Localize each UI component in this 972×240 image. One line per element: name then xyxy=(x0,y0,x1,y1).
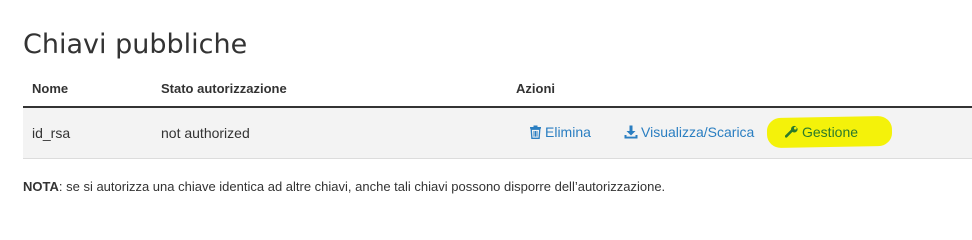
note-text: NOTA: se si autorizza una chiave identic… xyxy=(23,179,665,194)
header-name: Nome xyxy=(32,81,69,96)
header-actions: Azioni xyxy=(516,81,555,96)
delete-label: Elimina xyxy=(545,124,591,140)
manage-label: Gestione xyxy=(802,124,859,140)
wrench-icon xyxy=(785,125,799,138)
trash-icon xyxy=(530,125,541,139)
page-title: Chiavi pubbliche xyxy=(23,29,248,60)
download-icon xyxy=(624,125,638,139)
manage-key-link[interactable]: Gestione xyxy=(785,124,858,140)
table-row: id_rsa not authorized Elimina Visualizza… xyxy=(23,108,972,159)
table-header: Nome Stato autorizzazione Azioni xyxy=(23,72,972,108)
view-download-label: Visualizza/Scarica xyxy=(641,124,755,140)
note-body: : se si autorizza una chiave identica ad… xyxy=(58,179,666,194)
header-status: Stato autorizzazione xyxy=(161,81,287,96)
note-label: NOTA xyxy=(23,179,59,194)
public-keys-table: Nome Stato autorizzazione Azioni id_rsa … xyxy=(23,72,972,159)
authorization-status: not authorized xyxy=(161,125,250,141)
key-name: id_rsa xyxy=(32,125,71,141)
public-keys-page: Chiavi pubbliche Nome Stato autorizzazio… xyxy=(0,0,972,201)
delete-key-link[interactable]: Elimina xyxy=(529,124,591,140)
view-download-link[interactable]: Visualizza/Scarica xyxy=(624,124,754,140)
